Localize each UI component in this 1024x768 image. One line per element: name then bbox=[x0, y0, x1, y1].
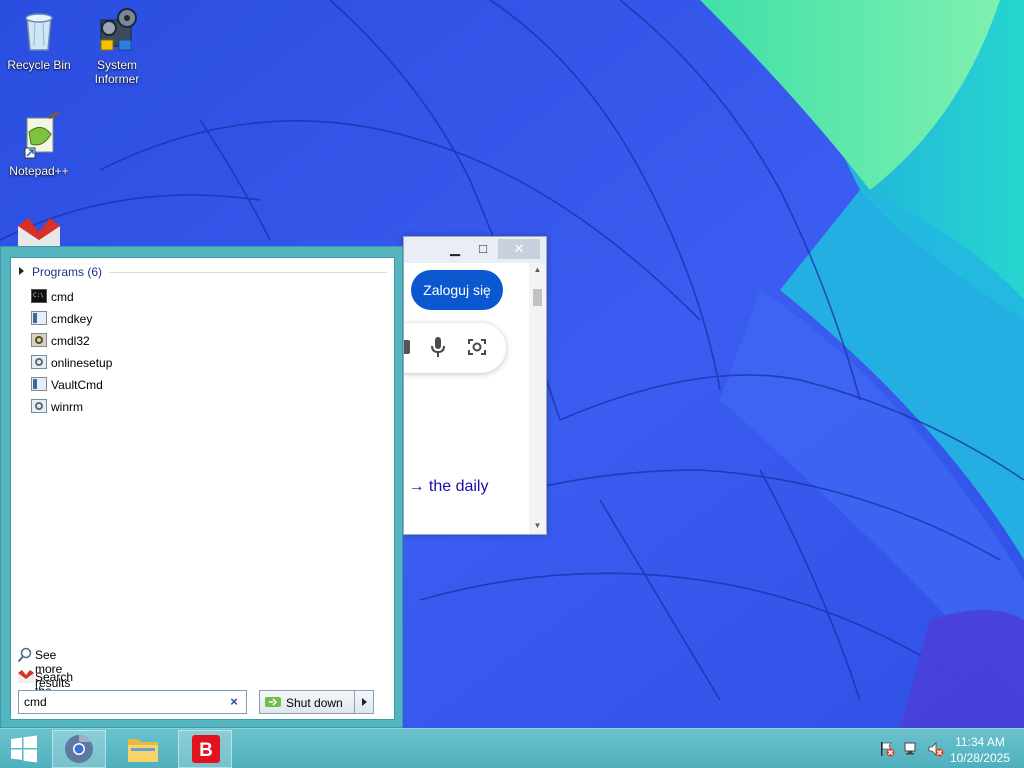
action-center-flag-icon[interactable] bbox=[879, 741, 895, 757]
divider bbox=[109, 272, 387, 273]
google-search-box[interactable] bbox=[404, 323, 506, 373]
shut-down-icon bbox=[265, 696, 281, 708]
taskbar-browser-button[interactable] bbox=[52, 730, 106, 768]
console-icon: C:\ bbox=[31, 289, 47, 303]
program-item-cmdkey[interactable]: cmdkey bbox=[31, 308, 371, 330]
desktop-icon-label: Recycle Bin bbox=[7, 58, 71, 72]
desktop-icon-label: Notepad++ bbox=[9, 164, 69, 178]
start-search-input[interactable] bbox=[18, 690, 247, 714]
start-button[interactable] bbox=[0, 730, 48, 768]
desktop-icon-label: System Informer bbox=[94, 58, 140, 86]
program-item-onlinesetup[interactable]: onlinesetup bbox=[31, 352, 371, 374]
desktop-icon-system-informer[interactable]: System Informer bbox=[79, 6, 155, 86]
clear-search-icon[interactable]: × bbox=[225, 693, 243, 711]
shut-down-options-arrow-icon[interactable] bbox=[362, 698, 367, 706]
volume-muted-icon[interactable] bbox=[928, 741, 944, 757]
browser-titlebar[interactable]: ▁ □ ✕ bbox=[404, 237, 546, 263]
program-item-cmdl32[interactable]: cmdl32 bbox=[31, 330, 371, 352]
svg-text:B: B bbox=[199, 740, 213, 761]
settings-app-icon bbox=[31, 355, 47, 369]
minimize-button[interactable]: ▁ bbox=[442, 239, 468, 259]
bitdefender-icon: B bbox=[192, 735, 220, 763]
program-item-cmd[interactable]: C:\ cmd bbox=[31, 286, 371, 308]
programs-header[interactable]: Programs (6) bbox=[19, 264, 387, 282]
program-item-winrm[interactable]: winrm bbox=[31, 396, 371, 418]
taskbar-file-explorer-button[interactable] bbox=[116, 730, 170, 768]
program-label: winrm bbox=[51, 400, 83, 414]
desktop-icon-gmail-partial[interactable] bbox=[16, 216, 62, 246]
taskbar-bitdefender-button[interactable]: B bbox=[178, 730, 232, 768]
program-label: cmd bbox=[51, 290, 74, 304]
settings-app-icon bbox=[31, 399, 47, 413]
shut-down-button[interactable]: Shut down bbox=[259, 690, 374, 714]
start-menu: Programs (6) C:\ cmd cmdkey cmdl32 onlin… bbox=[0, 246, 403, 728]
magnifier-icon bbox=[17, 647, 33, 663]
windows-logo-icon bbox=[11, 735, 37, 763]
network-app-icon bbox=[31, 333, 47, 347]
keyboard-icon[interactable] bbox=[404, 340, 410, 354]
close-button[interactable]: ✕ bbox=[498, 239, 540, 259]
chromium-icon bbox=[65, 735, 93, 763]
gmail-icon bbox=[17, 669, 34, 683]
app-window-icon bbox=[31, 311, 47, 325]
notepad-plus-plus-icon bbox=[15, 110, 63, 160]
clock[interactable]: 11:34 AM 10/28/2025 bbox=[950, 734, 1010, 766]
desktop-icon-notepad-plus-plus[interactable]: Notepad++ bbox=[1, 110, 77, 178]
camera-search-icon[interactable] bbox=[467, 338, 487, 359]
browser-window[interactable]: ▁ □ ✕ Zaloguj się s → the daily ▲ ▼ bbox=[403, 236, 547, 535]
app-window-icon bbox=[31, 377, 47, 391]
program-item-vaultcmd[interactable]: VaultCmd bbox=[31, 374, 371, 396]
program-label: VaultCmd bbox=[51, 378, 103, 392]
browser-scrollbar[interactable]: ▲ ▼ bbox=[529, 263, 546, 534]
program-label: onlinesetup bbox=[51, 356, 113, 370]
network-icon[interactable] bbox=[904, 741, 920, 757]
login-button[interactable]: Zaloguj się bbox=[411, 270, 503, 310]
recycle-bin-icon bbox=[15, 6, 63, 54]
clock-time: 11:34 AM bbox=[955, 735, 1005, 749]
shut-down-label: Shut down bbox=[286, 696, 343, 710]
program-label: cmdkey bbox=[51, 312, 93, 326]
program-label: cmdl32 bbox=[51, 334, 90, 348]
start-menu-panel: Programs (6) C:\ cmd cmdkey cmdl32 onlin… bbox=[10, 257, 395, 720]
folder-icon bbox=[128, 739, 158, 762]
desktop-icon-recycle-bin[interactable]: Recycle Bin bbox=[1, 6, 77, 72]
scroll-down-icon[interactable]: ▼ bbox=[529, 519, 546, 533]
taskbar: B 11:34 AM 10/28/2025 bbox=[0, 728, 1024, 768]
system-informer-icon bbox=[93, 6, 141, 54]
daily-link[interactable]: s → the daily bbox=[404, 478, 488, 496]
expand-triangle-icon bbox=[19, 267, 24, 275]
microphone-icon[interactable] bbox=[430, 336, 446, 361]
scroll-up-icon[interactable]: ▲ bbox=[529, 263, 546, 277]
maximize-button[interactable]: □ bbox=[470, 239, 496, 259]
divider bbox=[354, 691, 355, 713]
gmail-icon bbox=[18, 218, 60, 246]
scroll-thumb[interactable] bbox=[533, 289, 542, 306]
program-results-list: C:\ cmd cmdkey cmdl32 onlinesetup VaultC… bbox=[31, 286, 371, 418]
clock-date: 10/28/2025 bbox=[949, 751, 1010, 765]
programs-header-label: Programs (6) bbox=[32, 265, 103, 279]
